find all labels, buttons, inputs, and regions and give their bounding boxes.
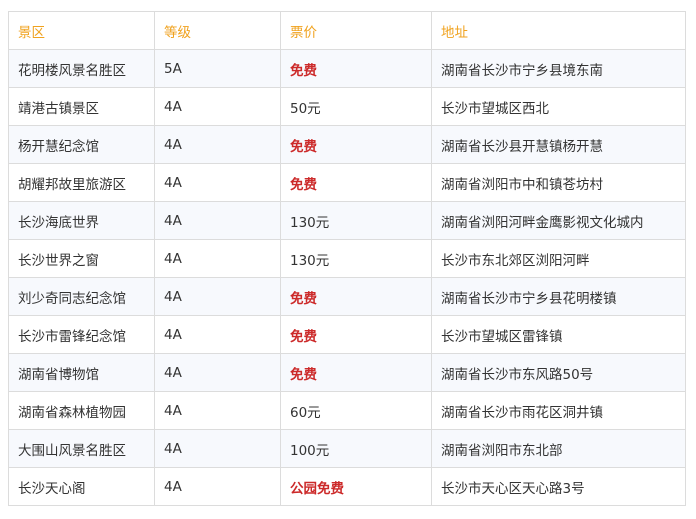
scenic-spots-table: 景区 等级 票价 地址 花明楼风景名胜区 5A 免费 湖南省长沙市宁乡县境东南 靖港古镇… xyxy=(8,11,686,506)
cell-grade: 4A xyxy=(154,87,281,126)
table-row: 花明楼风景名胜区 5A 免费 湖南省长沙市宁乡县境东南 xyxy=(8,49,686,88)
cell-address: 湖南省浏阳市中和镇苍坊村 xyxy=(431,163,686,202)
cell-address: 湖南省长沙市雨花区洞井镇 xyxy=(431,391,686,430)
cell-grade: 5A xyxy=(154,49,281,88)
cell-scenic-spot: 胡耀邦故里旅游区 xyxy=(8,163,155,202)
table-row: 杨开慧纪念馆 4A 免费 湖南省长沙县开慧镇杨开慧 xyxy=(8,125,686,164)
cell-grade: 4A xyxy=(154,277,281,316)
header-scenic-spot: 景区 xyxy=(8,11,155,50)
header-ticket-price: 票价 xyxy=(280,11,432,50)
header-address: 地址 xyxy=(431,11,686,50)
cell-grade: 4A xyxy=(154,315,281,354)
cell-address: 湖南省浏阳市东北部 xyxy=(431,429,686,468)
cell-scenic-spot: 湖南省森林植物园 xyxy=(8,391,155,430)
cell-ticket-price: 免费 xyxy=(280,125,432,164)
cell-address: 长沙市天心区天心路3号 xyxy=(431,467,686,506)
cell-address: 湖南省长沙市宁乡县境东南 xyxy=(431,49,686,88)
cell-ticket-price: 130元 xyxy=(280,201,432,240)
cell-ticket-price: 免费 xyxy=(280,49,432,88)
cell-scenic-spot: 靖港古镇景区 xyxy=(8,87,155,126)
table-row: 大围山风景名胜区 4A 100元 湖南省浏阳市东北部 xyxy=(8,429,686,468)
table-body: 花明楼风景名胜区 5A 免费 湖南省长沙市宁乡县境东南 靖港古镇景区 4A 50元 长沙市望城… xyxy=(8,49,686,506)
cell-scenic-spot: 长沙天心阁 xyxy=(8,467,155,506)
cell-address: 湖南省长沙市宁乡县花明楼镇 xyxy=(431,277,686,316)
cell-grade: 4A xyxy=(154,353,281,392)
table-row: 胡耀邦故里旅游区 4A 免费 湖南省浏阳市中和镇苍坊村 xyxy=(8,163,686,202)
table-row: 长沙海底世界 4A 130元 湖南省浏阳河畔金鹰影视文化城内 xyxy=(8,201,686,240)
cell-address: 湖南省长沙市东风路50号 xyxy=(431,353,686,392)
cell-scenic-spot: 花明楼风景名胜区 xyxy=(8,49,155,88)
table-row: 刘少奇同志纪念馆 4A 免费 湖南省长沙市宁乡县花明楼镇 xyxy=(8,277,686,316)
cell-address: 长沙市望城区西北 xyxy=(431,87,686,126)
table-header-row: 景区 等级 票价 地址 xyxy=(8,11,686,50)
cell-grade: 4A xyxy=(154,163,281,202)
cell-ticket-price: 免费 xyxy=(280,277,432,316)
cell-ticket-price: 免费 xyxy=(280,315,432,354)
table-row: 湖南省博物馆 4A 免费 湖南省长沙市东风路50号 xyxy=(8,353,686,392)
table-row: 长沙市雷锋纪念馆 4A 免费 长沙市望城区雷锋镇 xyxy=(8,315,686,354)
cell-scenic-spot: 长沙海底世界 xyxy=(8,201,155,240)
cell-grade: 4A xyxy=(154,201,281,240)
cell-scenic-spot: 大围山风景名胜区 xyxy=(8,429,155,468)
cell-ticket-price: 免费 xyxy=(280,163,432,202)
table-row: 长沙世界之窗 4A 130元 长沙市东北郊区浏阳河畔 xyxy=(8,239,686,278)
cell-grade: 4A xyxy=(154,429,281,468)
cell-grade: 4A xyxy=(154,239,281,278)
cell-scenic-spot: 长沙市雷锋纪念馆 xyxy=(8,315,155,354)
cell-address: 长沙市东北郊区浏阳河畔 xyxy=(431,239,686,278)
cell-ticket-price: 50元 xyxy=(280,87,432,126)
cell-grade: 4A xyxy=(154,125,281,164)
cell-scenic-spot: 长沙世界之窗 xyxy=(8,239,155,278)
cell-ticket-price: 免费 xyxy=(280,353,432,392)
cell-scenic-spot: 刘少奇同志纪念馆 xyxy=(8,277,155,316)
cell-scenic-spot: 湖南省博物馆 xyxy=(8,353,155,392)
cell-scenic-spot: 杨开慧纪念馆 xyxy=(8,125,155,164)
cell-ticket-price: 100元 xyxy=(280,429,432,468)
scenic-spots-table-container: 景区 等级 票价 地址 花明楼风景名胜区 5A 免费 湖南省长沙市宁乡县境东南 靖港古镇… xyxy=(8,11,686,506)
cell-grade: 4A xyxy=(154,391,281,430)
cell-grade: 4A xyxy=(154,467,281,506)
cell-address: 湖南省长沙县开慧镇杨开慧 xyxy=(431,125,686,164)
header-grade: 等级 xyxy=(154,11,281,50)
table-row: 长沙天心阁 4A 公园免费 长沙市天心区天心路3号 xyxy=(8,467,686,506)
cell-address: 湖南省浏阳河畔金鹰影视文化城内 xyxy=(431,201,686,240)
cell-ticket-price: 公园免费 xyxy=(280,467,432,506)
cell-ticket-price: 130元 xyxy=(280,239,432,278)
table-row: 湖南省森林植物园 4A 60元 湖南省长沙市雨花区洞井镇 xyxy=(8,391,686,430)
table-row: 靖港古镇景区 4A 50元 长沙市望城区西北 xyxy=(8,87,686,126)
cell-ticket-price: 60元 xyxy=(280,391,432,430)
cell-address: 长沙市望城区雷锋镇 xyxy=(431,315,686,354)
